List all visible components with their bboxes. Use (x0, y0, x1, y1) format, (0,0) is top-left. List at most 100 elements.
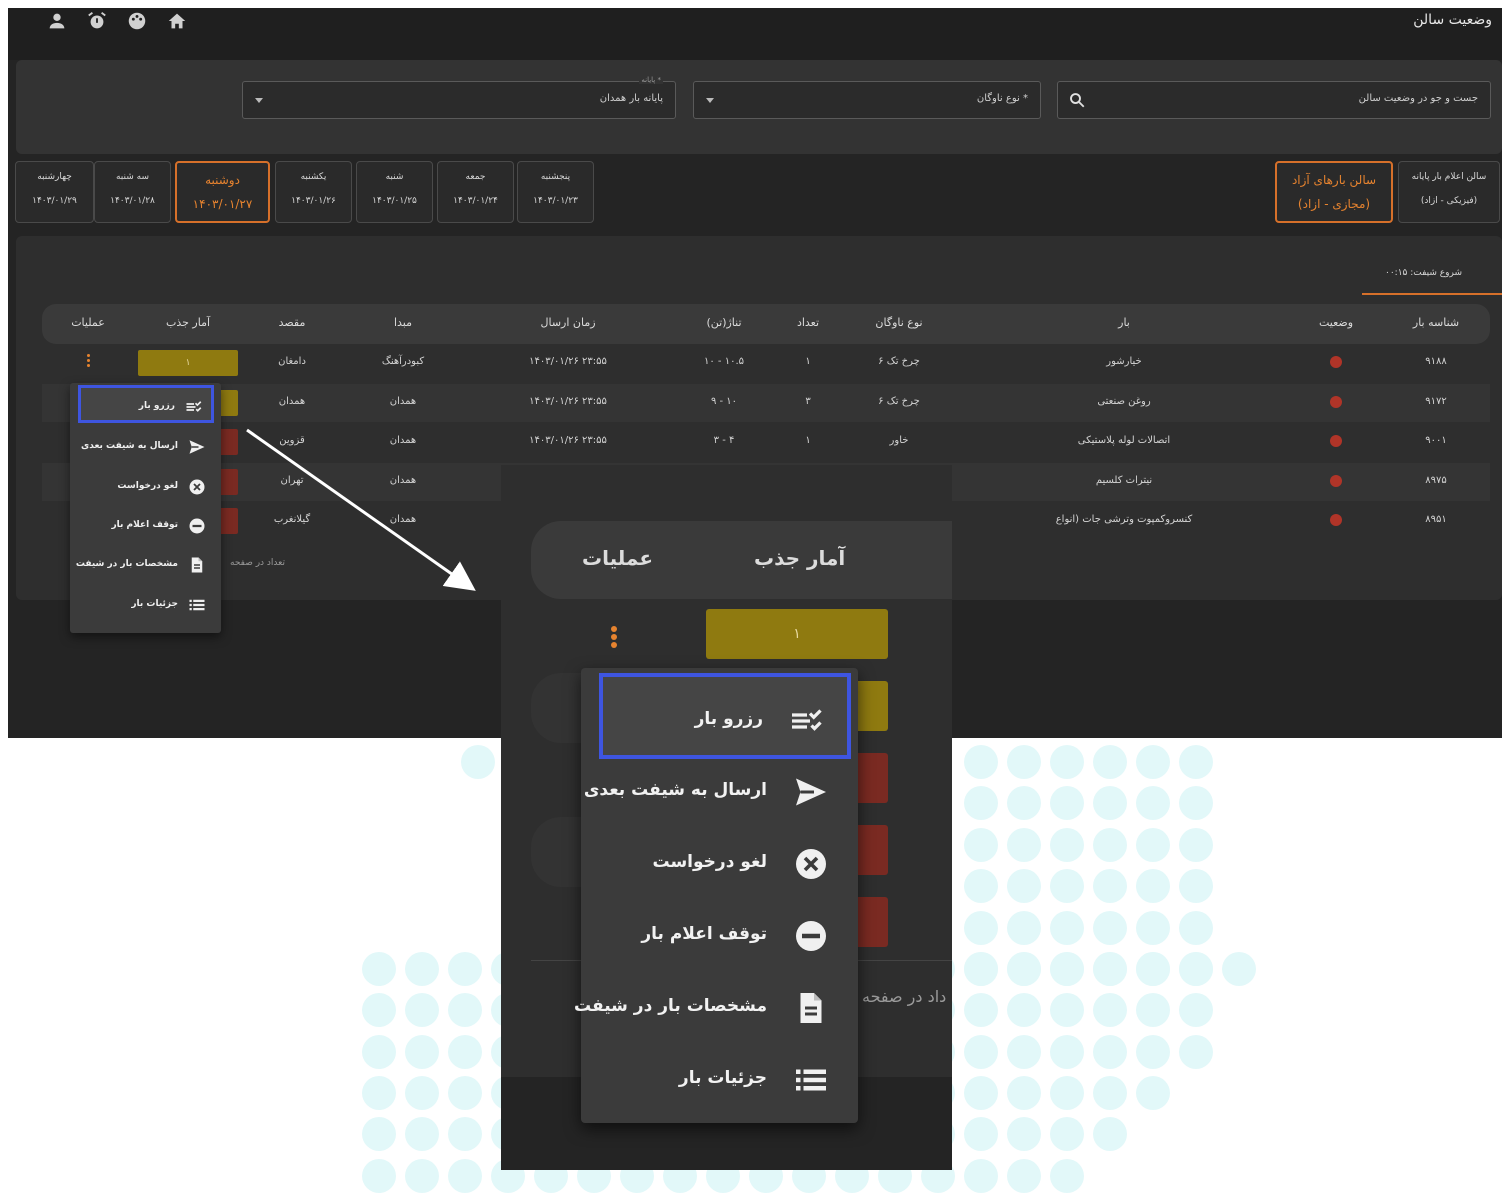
decorative-dot (1093, 993, 1127, 1027)
cell-count: ۱ (805, 435, 811, 446)
terminal-select[interactable]: پایانه * پایانه بار همدان (242, 76, 676, 119)
decorative-dot (405, 1159, 439, 1193)
table-row[interactable]: ۹۱۸۸ خیارشور ۶ چرخ تک ۱ ۱۰ - ۱۰.۵ ۱۴۰۳/۰۱/۲۶ … (42, 344, 1490, 382)
kebab-menu-icon[interactable] (609, 624, 619, 650)
hall-label: سالن بارهای آزاد (1291, 173, 1377, 187)
cell-origin: کبودرآهنگ (381, 356, 425, 367)
cell-id: ۹۱۸۸ (1425, 356, 1447, 367)
tab-day-name: شنبه (385, 172, 404, 182)
status-dot (1330, 435, 1342, 447)
decorative-dot (964, 828, 998, 862)
table-row[interactable]: ۹۱۷۲ روغن صنعتی ۶ چرخ تک ۳ ۹ - ۱۰ ۱۴۰۳/۰۱/۲۶ … (42, 384, 1490, 422)
column-header[interactable]: تناژ(تن) (706, 316, 741, 329)
cell-dest: قزوین (279, 435, 305, 446)
kebab-menu-icon[interactable] (85, 352, 91, 372)
menu-item[interactable]: رزرو بار (599, 673, 851, 759)
decorative-dot (1007, 1035, 1041, 1069)
zoom-table-header: آمار جذب عملیات (531, 521, 952, 599)
decorative-dot (1050, 786, 1084, 820)
decorative-dot (964, 911, 998, 945)
cell-cargo: خیارشور (1106, 356, 1142, 367)
menu-item-label: لغو درخواست (117, 481, 178, 491)
tab-day-name: چهارشنبه (37, 172, 72, 182)
stop-circle-icon (188, 517, 206, 535)
column-header[interactable]: زمان ارسال (540, 316, 595, 329)
tab-hall-physical[interactable]: سالن اعلام بار پایانه (فیزیکی - ازاد) (1398, 161, 1500, 223)
column-header[interactable]: نوع ناوگان (875, 316, 922, 329)
row-actions-menu: رزرو بار ارسال به شیفت بعدی لغو درخواست توق… (70, 383, 221, 633)
tab-day[interactable]: یکشنبه ۱۴۰۳/۰۱/۲۶ (275, 161, 352, 223)
tab-day[interactable]: پنجشنبه ۱۴۰۳/۰۱/۲۳ (517, 161, 594, 223)
cell-count: ۱ (805, 356, 811, 367)
decorative-dot (461, 745, 495, 779)
decorative-dot (1093, 1035, 1127, 1069)
decorative-dot (1007, 911, 1041, 945)
menu-item[interactable]: مشخصات بار در شیفت (76, 546, 214, 584)
profile-icon[interactable] (46, 10, 68, 32)
chevron-down-icon (706, 98, 714, 103)
home-icon[interactable] (166, 10, 188, 32)
decorative-dot (1050, 828, 1084, 862)
search-icon[interactable] (1068, 91, 1086, 109)
cell-cargo: نیترات کلسیم (1095, 475, 1153, 486)
decorative-dot (1050, 1076, 1084, 1110)
decorative-dot (405, 1117, 439, 1151)
decorative-dot (405, 1076, 439, 1110)
alarm-icon[interactable] (86, 10, 108, 32)
column-header[interactable]: وضعیت (1319, 316, 1353, 329)
cell-id: ۹۱۷۲ (1425, 396, 1447, 407)
menu-item[interactable]: جزئیات بار (78, 586, 214, 624)
decorative-dot (1007, 828, 1041, 862)
menu-item-label: توقف اعلام بار (641, 924, 767, 944)
decorative-dot (1050, 1159, 1084, 1193)
menu-item[interactable]: لغو درخواست (78, 468, 214, 506)
status-dot (1330, 475, 1342, 487)
table-row[interactable]: ۹۰۰۱ اتصالات لوله پلاستیکی خاور ۱ ۳ - ۴ ۱۴۰۳/… (42, 423, 1490, 461)
decorative-dot (362, 1117, 396, 1151)
tab-day-date: ۱۴۰۳/۰۱/۲۷ (192, 197, 253, 211)
menu-item-label: لغو درخواست (652, 852, 767, 872)
decorative-dot (1136, 952, 1170, 986)
tab-day-date: ۱۴۰۳/۰۱/۲۸ (110, 196, 155, 206)
tab-day-name: سه شنبه (115, 172, 150, 182)
decorative-dot (362, 993, 396, 1027)
column-header[interactable]: مبدا (394, 316, 412, 329)
tutorial-graphic: وضعیت سالن جست و جو در وضعیت سالن نوع نا… (0, 0, 1506, 1194)
cell-id: ۹۰۰۱ (1425, 435, 1447, 446)
document-icon (793, 990, 829, 1026)
tab-day[interactable]: جمعه ۱۴۰۳/۰۱/۲۴ (437, 161, 514, 223)
menu-item[interactable]: رزرو بار (78, 385, 214, 423)
decorative-dot (448, 1117, 482, 1151)
palette-icon[interactable] (126, 10, 148, 32)
tab-day[interactable]: چهارشنبه ۱۴۰۳/۰۱/۲۹ (15, 161, 94, 223)
column-header[interactable]: تعداد (797, 316, 819, 329)
tab-day[interactable]: دوشنبه ۱۴۰۳/۰۱/۲۷ (175, 161, 270, 223)
send-icon (793, 774, 829, 810)
tab-day-name: جمعه (465, 172, 486, 182)
cell-time: ۱۴۰۳/۰۱/۲۶ ۲۳:۵۵ (529, 435, 607, 446)
list-icon (188, 596, 206, 614)
column-header[interactable]: عملیات (71, 316, 105, 329)
menu-item[interactable]: جزئیات بار (599, 1036, 851, 1122)
decorative-dot (1093, 952, 1127, 986)
column-header[interactable]: شناسه بار (1413, 316, 1459, 329)
tab-hall-virtual[interactable]: سالن بارهای آزاد (مجازی - ازاد) (1275, 161, 1393, 223)
column-header[interactable]: بار (1118, 316, 1130, 329)
column-header[interactable]: آمار جذب (166, 316, 210, 329)
decorative-dot (1179, 993, 1213, 1027)
search-input[interactable]: جست و جو در وضعیت سالن (1057, 81, 1491, 119)
menu-item[interactable]: توقف اعلام بار (78, 507, 214, 545)
decorative-dot (1007, 786, 1041, 820)
fleet-type-select[interactable]: نوع ناوگان * (693, 81, 1041, 119)
column-header[interactable]: مقصد (279, 316, 306, 329)
menu-item[interactable]: ارسال به شیفت بعدی (78, 428, 214, 466)
decorative-dot (448, 1159, 482, 1193)
tab-day[interactable]: سه شنبه ۱۴۰۳/۰۱/۲۸ (94, 161, 171, 223)
decorative-dot (1007, 1076, 1041, 1110)
cell-time: ۱۴۰۳/۰۱/۲۶ ۲۳:۵۵ (529, 356, 607, 367)
cell-dest: تهران (280, 475, 304, 486)
decorative-dot (1007, 745, 1041, 779)
tab-day-name: دوشنبه (205, 173, 240, 187)
tab-day[interactable]: شنبه ۱۴۰۳/۰۱/۲۵ (356, 161, 433, 223)
top-icon-group (46, 10, 188, 32)
